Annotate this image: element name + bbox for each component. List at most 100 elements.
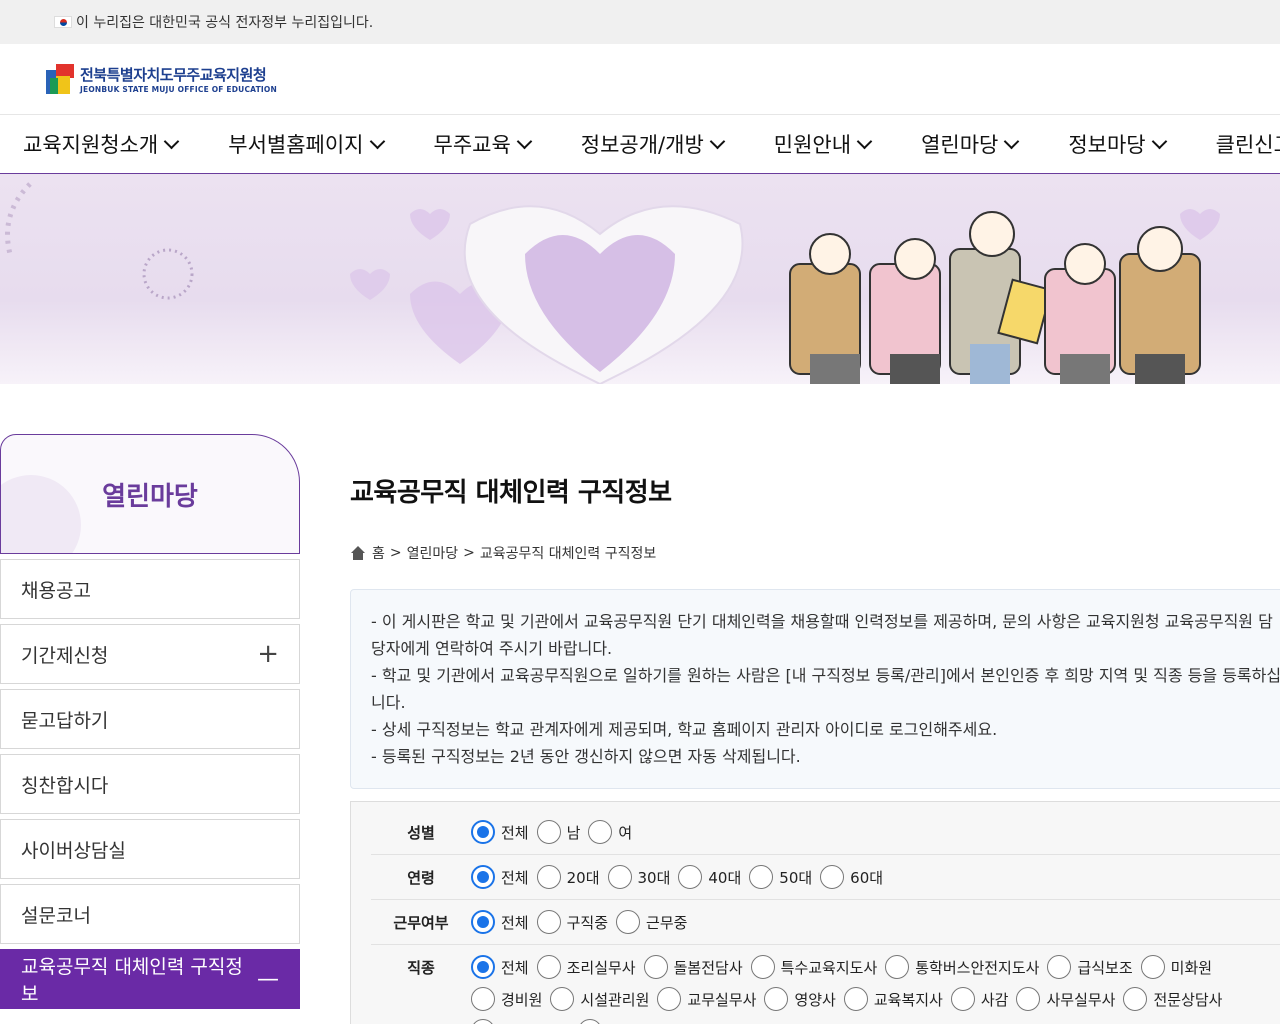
radio-button[interactable] <box>536 955 561 979</box>
logo-mark-icon[interactable] <box>46 64 76 94</box>
radio-button[interactable] <box>749 865 774 889</box>
radio-button[interactable] <box>588 820 613 844</box>
radio-option-age[interactable]: 50대 <box>749 865 812 889</box>
radio-option-job[interactable]: 교육복지사 <box>843 987 943 1011</box>
radio-option-job[interactable]: 교무실무사 <box>657 987 756 1011</box>
radio-button[interactable] <box>536 910 561 934</box>
gnb-item-muju-education[interactable]: 무주교육 <box>389 129 536 159</box>
radio-label: 조리실무사 <box>566 958 636 977</box>
radio-option-age[interactable]: 60대 <box>820 865 883 889</box>
radio-option-job[interactable]: 미화원 <box>1140 955 1212 979</box>
gnb-item-info-disclosure[interactable]: 정보공개/개방 <box>536 129 729 159</box>
side-nav-item-recruitment[interactable]: 채용공고 <box>0 559 300 619</box>
site-logo[interactable]: 전북특별자치도무주교육지원청 JEONBUK STATE MUJU OFFICE… <box>80 64 277 94</box>
radio-button[interactable] <box>1016 987 1041 1011</box>
radio-label: 교무실무사 <box>687 990 757 1009</box>
radio-button[interactable] <box>616 910 641 934</box>
side-nav-item-cyber-counseling[interactable]: 사이버상담실 <box>0 819 300 879</box>
radio-button[interactable] <box>536 865 561 889</box>
radio-option-age[interactable]: 40대 <box>678 865 741 889</box>
radio-option-gender[interactable]: 남 <box>536 820 580 844</box>
radio-option-job[interactable]: 특수교육지도사 <box>750 955 877 979</box>
radio-button[interactable] <box>643 955 668 979</box>
side-nav-item-survey[interactable]: 설문코너 <box>0 884 300 944</box>
radio-option-job[interactable]: 전체 <box>471 955 529 979</box>
korea-flag-icon <box>54 16 72 28</box>
filter-label: 성별 <box>407 824 435 842</box>
radio-option-work[interactable]: 전체 <box>471 910 529 934</box>
radio-option-gender[interactable]: 여 <box>588 820 632 844</box>
collapse-minus-icon[interactable]: — <box>257 967 279 992</box>
radio-button[interactable] <box>471 910 495 934</box>
radio-button[interactable] <box>820 865 845 889</box>
radio-button[interactable] <box>1140 955 1165 979</box>
banner-illustration <box>5 182 1220 384</box>
radio-button[interactable] <box>536 820 561 844</box>
radio-option-age[interactable]: 20대 <box>536 865 600 889</box>
radio-option-work[interactable]: 근무중 <box>616 910 687 934</box>
notice-line: 당자에게 연락하여 주시기 바랍니다. <box>371 639 613 658</box>
radio-button[interactable] <box>678 865 703 889</box>
radio-option-job[interactable]: 돌봄전담사 <box>643 955 743 979</box>
side-nav-title: 열린마당 <box>102 481 198 512</box>
radio-button[interactable] <box>657 987 682 1011</box>
radio-button[interactable] <box>764 987 789 1011</box>
chevron-down-icon <box>369 133 385 149</box>
radio-button[interactable] <box>1123 987 1148 1011</box>
radio-option-job[interactable]: 전문상담사 <box>1123 987 1223 1011</box>
chevron-down-icon <box>709 133 726 149</box>
content-area: 열린마당 채용공고 기간제신청 + 묻고답하기 칭찬합시다 사이버상담실 설문코너… <box>0 384 1280 1024</box>
side-nav-item-temp-application[interactable]: 기간제신청 + <box>0 624 300 684</box>
gnb-item-civil-service[interactable]: 민원안내 <box>729 129 876 159</box>
radio-option-job[interactable]: 통학버스안전지도사 <box>885 955 1039 979</box>
radio-option-job[interactable]: 사무실무사 <box>1016 987 1115 1011</box>
breadcrumb-section[interactable]: 열린마당 <box>407 543 459 563</box>
filter-row-work-status: 근무여부 전체 구직중 근무중 <box>371 900 1280 945</box>
radio-button[interactable] <box>607 865 632 889</box>
gnb-item-open-forum[interactable]: 열린마당 <box>876 129 1023 159</box>
radio-button[interactable] <box>471 955 495 979</box>
notice-line: - 등록된 구직정보는 2년 동안 갱신하지 않으면 자동 삭제됩니다. <box>371 747 801 766</box>
radio-button[interactable] <box>885 955 910 979</box>
radio-button[interactable] <box>578 1019 603 1024</box>
radio-button[interactable] <box>471 987 495 1011</box>
radio-button[interactable] <box>843 987 868 1011</box>
radio-label: 30대 <box>637 868 671 887</box>
filter-label: 직종 <box>407 959 435 977</box>
radio-button[interactable] <box>550 987 575 1011</box>
radio-option-age[interactable]: 30대 <box>607 865 671 889</box>
radio-label: 교육복지사 <box>873 990 943 1009</box>
breadcrumb-home[interactable]: 홈 <box>372 543 385 563</box>
radio-button[interactable] <box>950 987 975 1011</box>
radio-option-job[interactable]: 급식보조 <box>1047 955 1133 979</box>
side-nav-item-qna[interactable]: 묻고답하기 <box>0 689 300 749</box>
gnb-item-info-square[interactable]: 정보마당 <box>1023 129 1170 159</box>
chevron-down-icon <box>516 133 533 149</box>
radio-option-gender[interactable]: 전체 <box>471 820 529 844</box>
radio-button[interactable] <box>1047 955 1072 979</box>
side-nav-item-praise[interactable]: 칭찬합시다 <box>0 754 300 814</box>
notice-line: - 상세 구직정보는 학교 관계자에게 제공되며, 학교 홈페이지 관리자 아이… <box>371 720 998 739</box>
radio-option-job[interactable]: 사감 <box>950 987 1008 1011</box>
gnb-item-clean-report[interactable]: 클린신고센터 <box>1171 129 1280 159</box>
expand-plus-icon[interactable]: + <box>257 639 279 669</box>
radio-button[interactable] <box>471 865 495 889</box>
radio-option-age[interactable]: 전체 <box>471 865 529 889</box>
notice-box: - 이 게시판은 학교 및 기관에서 교육공무직원 단기 대체인력을 채용할때 … <box>350 589 1280 789</box>
radio-button[interactable] <box>750 955 775 979</box>
radio-label: 전체 <box>501 913 529 932</box>
radio-option-work[interactable]: 구직중 <box>536 910 608 934</box>
radio-option-job[interactable]: 경비원 <box>471 987 542 1011</box>
radio-option-job[interactable]: 조리실무사 <box>536 955 636 979</box>
radio-option-job[interactable]: 시설관리원 <box>550 987 649 1011</box>
gnb-item-intro[interactable]: 교육지원청소개 <box>0 129 183 159</box>
radio-option-job[interactable]: 영양사 <box>764 987 836 1011</box>
main-content: 교육공무직 대체인력 구직정보 홈 > 열린마당 > 교육공무직 대체인력 구직… <box>350 434 1280 1024</box>
radio-option-job[interactable]: 행정실무사 <box>471 1019 570 1024</box>
radio-button[interactable] <box>471 820 495 844</box>
radio-option-job[interactable]: 기타 <box>578 1019 636 1024</box>
home-icon[interactable] <box>350 546 366 560</box>
side-nav-item-substitute-jobs[interactable]: 교육공무직 대체인력 구직정보 — <box>0 949 300 1009</box>
radio-button[interactable] <box>471 1019 495 1024</box>
gnb-item-departments[interactable]: 부서별홈페이지 <box>183 129 388 159</box>
